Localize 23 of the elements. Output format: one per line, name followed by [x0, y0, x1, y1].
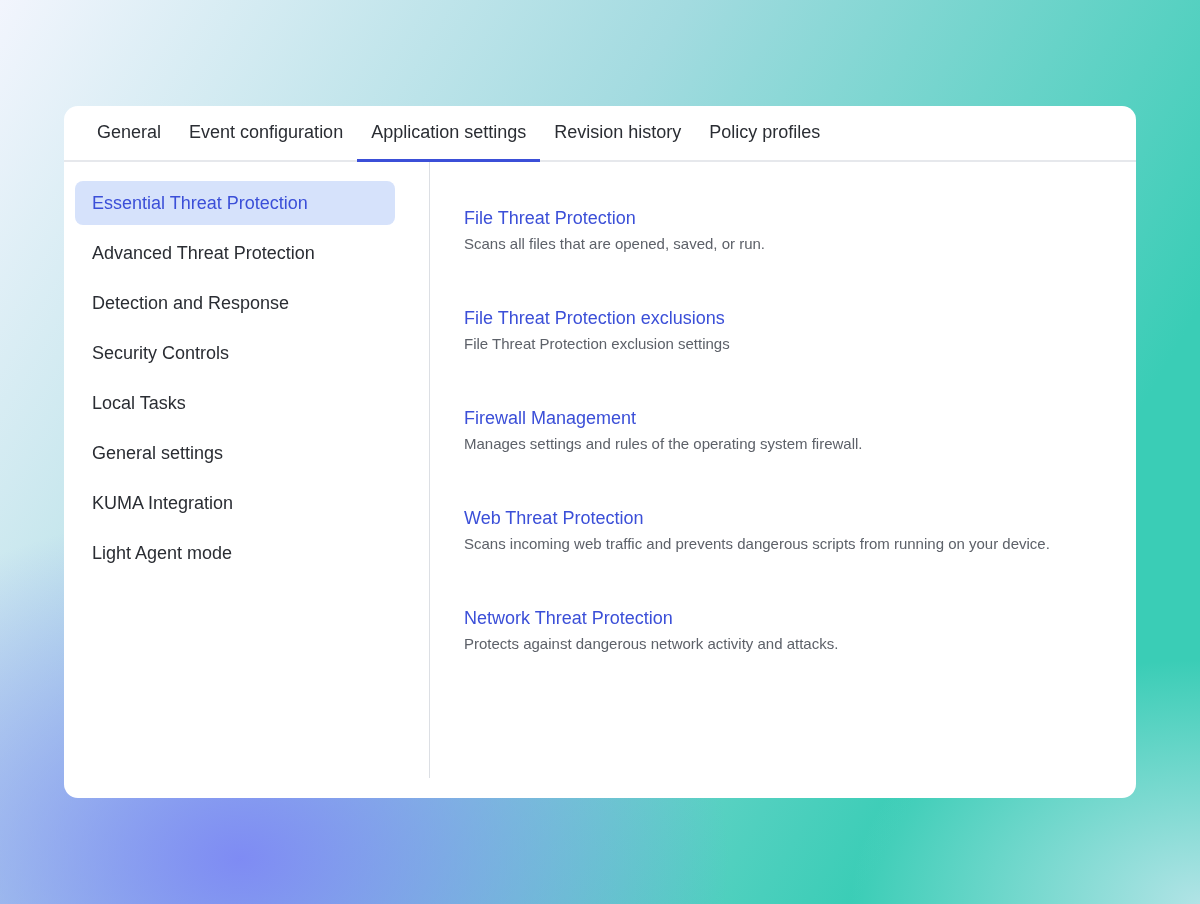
tab[interactable]: Revision history — [540, 106, 696, 162]
sidebar-item[interactable]: General settings — [75, 431, 395, 475]
section-link[interactable]: File Threat Protection — [464, 208, 636, 229]
sidebar-item[interactable]: KUMA Integration — [75, 481, 395, 525]
section-description: Scans incoming web traffic and prevents dangerous scripts from running on your device. — [464, 535, 1050, 552]
tab[interactable]: Event configuration — [175, 106, 358, 162]
section-link[interactable]: Web Threat Protection — [464, 508, 644, 529]
sidebar-item[interactable]: Advanced Threat Protection — [75, 231, 395, 275]
tab[interactable]: Policy profiles — [695, 106, 835, 162]
tab[interactable]: General — [83, 106, 176, 162]
section-description: Manages settings and rules of the operating system firewall. — [464, 435, 864, 452]
sidebar-item[interactable]: Security Controls — [75, 331, 395, 375]
sidebar-item[interactable]: Local Tasks — [75, 381, 395, 425]
section-link[interactable]: Firewall Management — [464, 408, 637, 429]
sidebar-item[interactable]: Essential Threat Protection — [75, 181, 395, 225]
sidebar-item[interactable]: Light Agent mode — [75, 531, 395, 575]
section-link[interactable]: File Threat Protection exclusions — [464, 308, 725, 329]
sidebar-item[interactable]: Detection and Response — [75, 281, 395, 325]
section-link[interactable]: Network Threat Protection — [464, 608, 673, 629]
section-description: Protects against dangerous network activity and attacks. — [464, 635, 840, 652]
section-description: Scans all files that are opened, saved, or run. — [464, 235, 766, 252]
section-description: File Threat Protection exclusion settings — [464, 335, 731, 352]
tab[interactable]: Application settings — [357, 106, 541, 162]
